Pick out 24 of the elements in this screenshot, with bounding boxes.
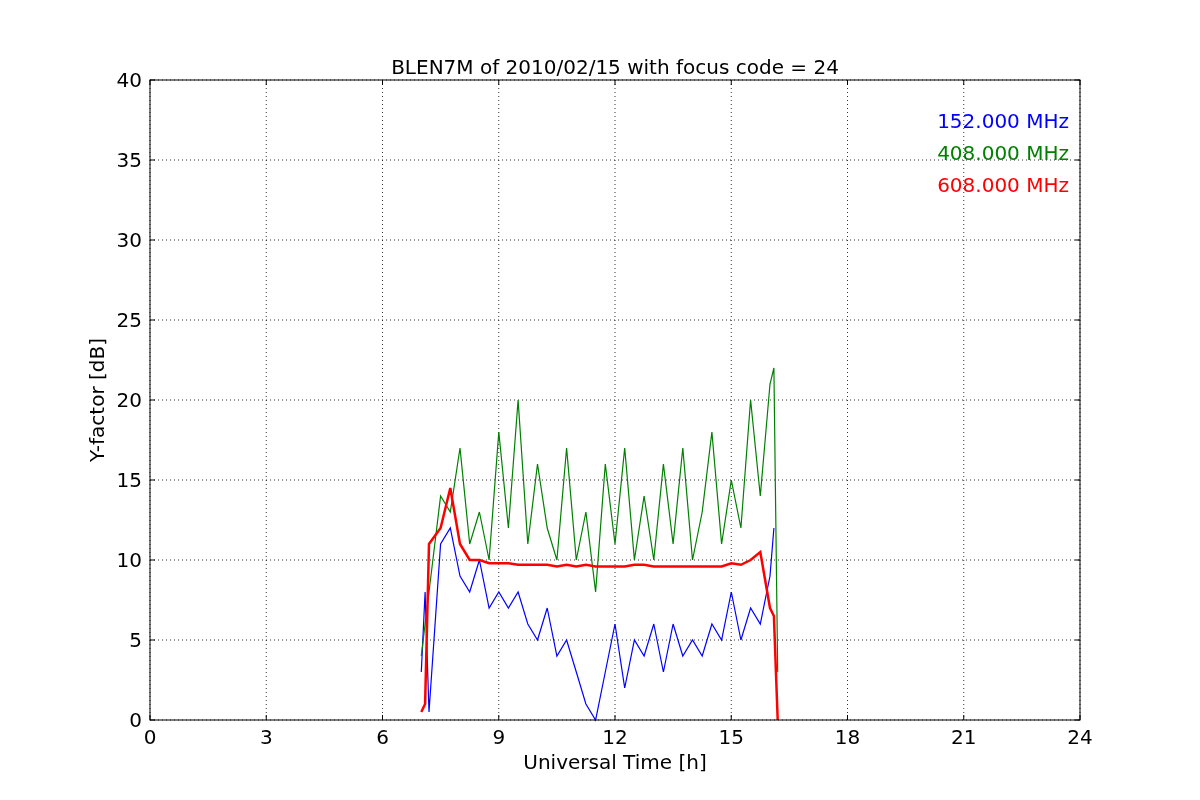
tick-label: 9 bbox=[492, 725, 506, 749]
tick-label: 20 bbox=[116, 388, 142, 412]
tick-label: 0 bbox=[143, 725, 157, 749]
tick-label: 35 bbox=[116, 148, 142, 172]
y-axis-label: Y-factor [dB] bbox=[85, 338, 109, 462]
tick-label: 24 bbox=[1067, 725, 1093, 749]
tick-label: 18 bbox=[834, 725, 861, 749]
legend-label: 152.000 MHz bbox=[937, 109, 1069, 133]
tick-label: 15 bbox=[718, 725, 744, 749]
chart-title: BLEN7M of 2010/02/15 with focus code = 24 bbox=[391, 55, 839, 79]
tick-label: 21 bbox=[951, 725, 977, 749]
tick-label: 25 bbox=[116, 308, 142, 332]
tick-label: 10 bbox=[116, 548, 142, 572]
tick-label: 5 bbox=[129, 628, 142, 652]
tick-label: 0 bbox=[129, 708, 142, 732]
tick-label: 6 bbox=[376, 725, 389, 749]
x-axis-label: Universal Time [h] bbox=[523, 750, 707, 774]
tick-label: 15 bbox=[116, 468, 142, 492]
tick-label: 12 bbox=[602, 725, 628, 749]
tick-label: 3 bbox=[259, 725, 273, 749]
tick-label: 30 bbox=[116, 228, 142, 252]
legend-label: 408.000 MHz bbox=[937, 141, 1069, 165]
tick-label: 40 bbox=[116, 68, 142, 92]
legend-label: 608.000 MHz bbox=[937, 173, 1069, 197]
